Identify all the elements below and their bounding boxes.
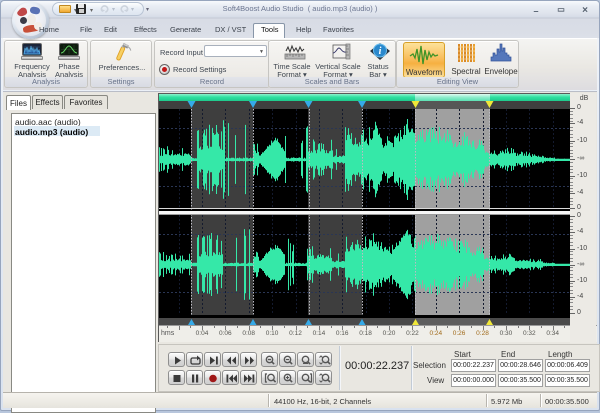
svg-text:i: i [379, 46, 382, 57]
